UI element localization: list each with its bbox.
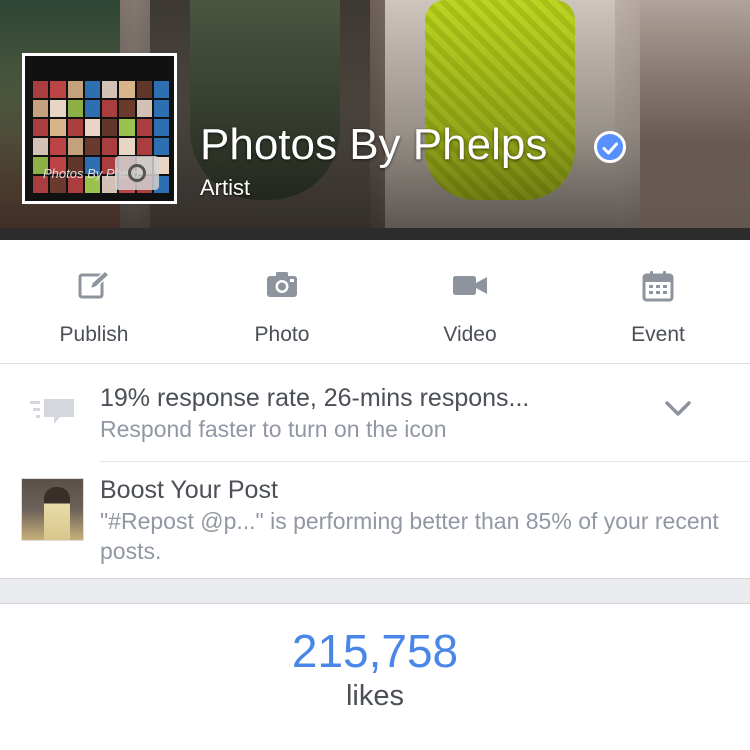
divider [100, 461, 750, 462]
section-divider [0, 578, 750, 604]
cover-bottom-bar [0, 228, 750, 240]
publish-button[interactable]: Publish [0, 240, 188, 364]
boost-post-thumbnail[interactable] [21, 478, 84, 541]
likes-label: likes [345, 680, 404, 712]
page-category: Artist [200, 175, 251, 200]
event-label: Event [631, 323, 685, 346]
video-camera-icon [453, 276, 487, 295]
response-rate-title: 19% response rate, 26-mins respons... [100, 384, 530, 412]
boost-post-text: "#Repost @p..." is performing better tha… [100, 508, 719, 564]
verified-badge-icon [594, 131, 626, 163]
response-rate-row[interactable] [0, 365, 750, 461]
profile-picture[interactable]: Photos By Phelps [22, 53, 177, 204]
boost-post-title[interactable]: Boost Your Post [100, 476, 278, 505]
camera-icon [267, 272, 297, 297]
response-rate-subtitle: Respond faster to turn on the icon [100, 416, 447, 442]
photo-label: Photo [254, 323, 310, 346]
page-title: Photos By Phelps [200, 120, 548, 169]
action-bar: Publish Photo Video Event [0, 240, 750, 364]
camera-icon[interactable] [115, 156, 159, 190]
calendar-icon [642, 271, 674, 302]
event-button[interactable]: Event [564, 240, 750, 364]
photo-button[interactable]: Photo [188, 240, 376, 364]
compose-icon [78, 270, 110, 299]
publish-label: Publish [59, 323, 129, 346]
video-label: Video [443, 323, 497, 346]
chevron-down-icon[interactable] [664, 400, 692, 418]
video-button[interactable]: Video [376, 240, 564, 364]
chat-bubble-icon [30, 399, 74, 424]
likes-count[interactable]: 215,758 [0, 624, 750, 678]
